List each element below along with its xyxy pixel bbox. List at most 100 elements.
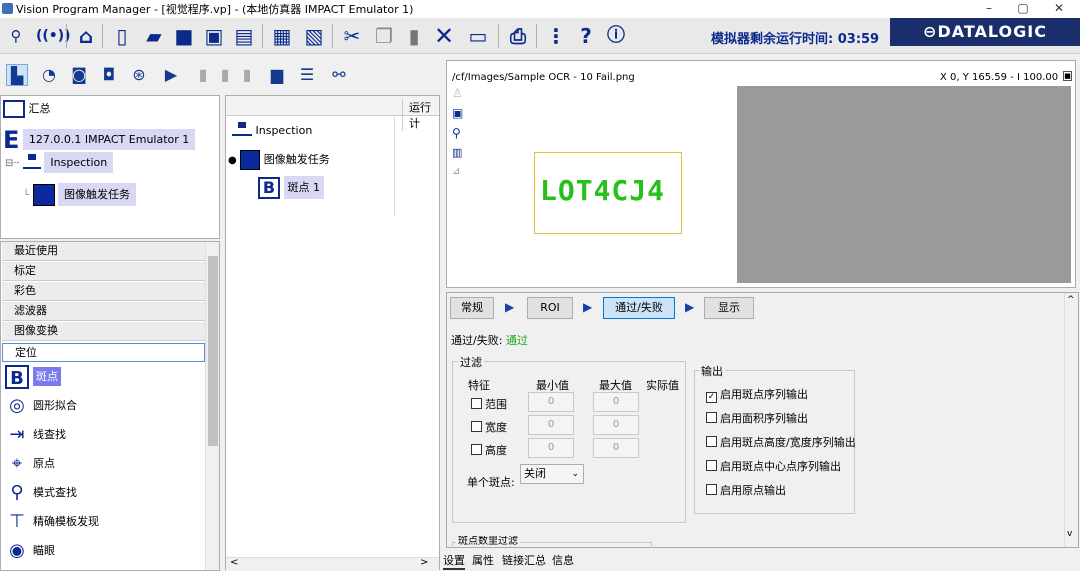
more-icon[interactable]: ⋮	[544, 24, 568, 48]
category-filter[interactable]: 滤波器	[2, 302, 205, 321]
tab-passfail[interactable]: 通过/失败	[603, 297, 675, 319]
output-icon[interactable]: ▆	[266, 64, 288, 86]
tab-settings[interactable]: 设置	[443, 552, 465, 570]
output-hw-seq[interactable]: 启用斑点高度/宽度序列输出	[706, 434, 856, 450]
close-window-button[interactable]: ✕	[1042, 0, 1076, 18]
scroll-down-icon[interactable]: v	[1067, 529, 1072, 539]
width-max-input[interactable]: 0	[593, 415, 639, 435]
tree-emulator[interactable]: E 127.0.0.1 IMPACT Emulator 1	[3, 126, 196, 154]
sensor2-icon[interactable]: ◘	[98, 64, 120, 86]
tool-circle-fit[interactable]: ◎ 圆形拟合	[5, 393, 205, 419]
flow-inspection[interactable]: Inspection	[232, 122, 312, 137]
tree-trigger-task[interactable]: └ 图像触发任务	[23, 183, 137, 206]
width-checkbox[interactable]: 宽度	[471, 419, 507, 435]
link-icon[interactable]: ⚯	[328, 64, 350, 86]
category-locate[interactable]: 定位	[2, 343, 205, 362]
maximize-button[interactable]: ▢	[1006, 0, 1040, 18]
tool-blob[interactable]: B 斑点	[5, 364, 205, 390]
flow-trigger-task[interactable]: ● 图像触发任务	[228, 150, 330, 170]
copy-window-icon[interactable]: ▧	[302, 24, 326, 48]
tab-display[interactable]: 显示	[704, 297, 754, 319]
height-min-input[interactable]: 0	[528, 438, 574, 458]
cut-icon[interactable]: ✂	[340, 24, 364, 48]
sensor-icon[interactable]: ◙	[68, 64, 90, 86]
filter-group-title: 过滤	[458, 354, 484, 370]
output-origin[interactable]: 启用原点输出	[706, 482, 786, 498]
tab-roi[interactable]: ROI	[527, 297, 573, 319]
horizontal-scrollbar[interactable]: < >	[226, 557, 439, 570]
category-recent[interactable]: 最近使用	[2, 242, 205, 261]
paste-icon[interactable]: ▮	[402, 24, 426, 48]
delete-icon[interactable]: ✕	[432, 24, 456, 48]
chevron-down-icon: ⌄	[571, 469, 579, 479]
video-icon[interactable]: ▶	[160, 64, 182, 86]
save-as-icon[interactable]: ▤	[232, 24, 256, 48]
tool-line-find[interactable]: ⇥ 线查找	[5, 422, 205, 448]
help-icon[interactable]: ?	[574, 24, 598, 48]
scroll-left-icon[interactable]: <	[230, 557, 238, 568]
toolbox-icon[interactable]: ▙	[6, 64, 28, 86]
range-min-input[interactable]: 0	[528, 392, 574, 412]
category-color[interactable]: 彩色	[2, 282, 205, 301]
category-scrollbar[interactable]	[205, 242, 219, 570]
height-checkbox[interactable]: 高度	[471, 442, 507, 458]
scroll-up-icon[interactable]: ^	[1067, 295, 1075, 305]
histogram-icon[interactable]: ▥	[452, 146, 472, 166]
tool-pattern-find[interactable]: ⚲ 模式查找	[5, 480, 205, 506]
connect-icon[interactable]: ⚲	[4, 24, 28, 48]
category-transform[interactable]: 图像变换	[2, 322, 205, 341]
tool-exact-template[interactable]: ⊤ 精确模板发现	[5, 509, 205, 535]
category-calibration[interactable]: 标定	[2, 262, 205, 281]
io3-icon[interactable]: ▮	[236, 64, 258, 86]
scroll-thumb[interactable]	[208, 256, 218, 446]
printer-icon[interactable]: ⎙	[506, 24, 530, 48]
trigger-task-icon	[32, 184, 55, 206]
col-actual: 实际值	[646, 379, 679, 392]
person-icon[interactable]: ♙	[452, 86, 472, 106]
print-preview-icon[interactable]: ▦	[270, 24, 294, 48]
tab-link-summary[interactable]: 链接汇总	[502, 552, 546, 568]
io-icon[interactable]: ▮	[192, 64, 214, 86]
tab-properties[interactable]: 属性	[472, 552, 494, 568]
tool-blob-label: 斑点	[33, 367, 61, 386]
zoom-icon[interactable]: ⚲	[452, 126, 472, 146]
camera-icon[interactable]: ◔	[38, 64, 60, 86]
height-max-input[interactable]: 0	[593, 438, 639, 458]
output-area-seq[interactable]: 启用面积序列输出	[706, 410, 808, 426]
image-options-icon[interactable]: ■	[1063, 71, 1072, 81]
new-file-icon[interactable]: ▯	[110, 24, 134, 48]
camera-icon[interactable]: ▣	[452, 106, 472, 126]
checkbox-icon	[471, 398, 482, 409]
monitor-icon[interactable]: ▭	[466, 24, 490, 48]
flow-blob[interactable]: B 斑点 1	[258, 176, 324, 199]
copy-icon[interactable]: ❐	[372, 24, 396, 48]
link-chain-icon[interactable]: ⊛	[128, 64, 150, 86]
open-icon[interactable]: ▰	[142, 24, 166, 48]
tool-eye[interactable]: ◉ 瞄眼	[5, 538, 205, 564]
wifi-icon[interactable]: ((•))	[36, 24, 71, 48]
list-icon[interactable]: ☰	[296, 64, 318, 86]
range-checkbox[interactable]: 范围	[471, 396, 507, 412]
tree-inspection[interactable]: ⊟┈ Inspection	[5, 152, 114, 173]
ruler-icon[interactable]: ⊿	[452, 166, 472, 186]
single-blob-label: 单个斑点:	[467, 476, 515, 489]
width-min-input[interactable]: 0	[528, 415, 574, 435]
info-icon[interactable]: ⓘ	[604, 24, 628, 48]
minimize-button[interactable]: –	[972, 0, 1006, 18]
io2-icon[interactable]: ▮	[214, 64, 236, 86]
tree-summary[interactable]: 汇总	[3, 100, 51, 118]
save-icon[interactable]: ▣	[202, 24, 226, 48]
tab-info[interactable]: 信息	[552, 552, 574, 568]
home-icon[interactable]: ⌂	[74, 24, 98, 48]
tree-connector: ⊟┈	[5, 158, 20, 169]
col-min: 最小值	[536, 379, 569, 392]
range-max-input[interactable]: 0	[593, 392, 639, 412]
folder-icon[interactable]: ■	[172, 24, 196, 48]
tab-general[interactable]: 常规	[450, 297, 494, 319]
output-center-seq[interactable]: 启用斑点中心点序列输出	[706, 458, 841, 474]
settings-scrollbar[interactable]: ^ v	[1064, 293, 1077, 547]
scroll-right-icon[interactable]: >	[420, 557, 428, 568]
output-blob-seq[interactable]: ✓ 启用斑点序列输出	[706, 386, 808, 403]
tool-origin[interactable]: ⌖ 原点	[5, 451, 205, 477]
single-blob-select[interactable]: 关闭 ⌄	[520, 464, 584, 484]
